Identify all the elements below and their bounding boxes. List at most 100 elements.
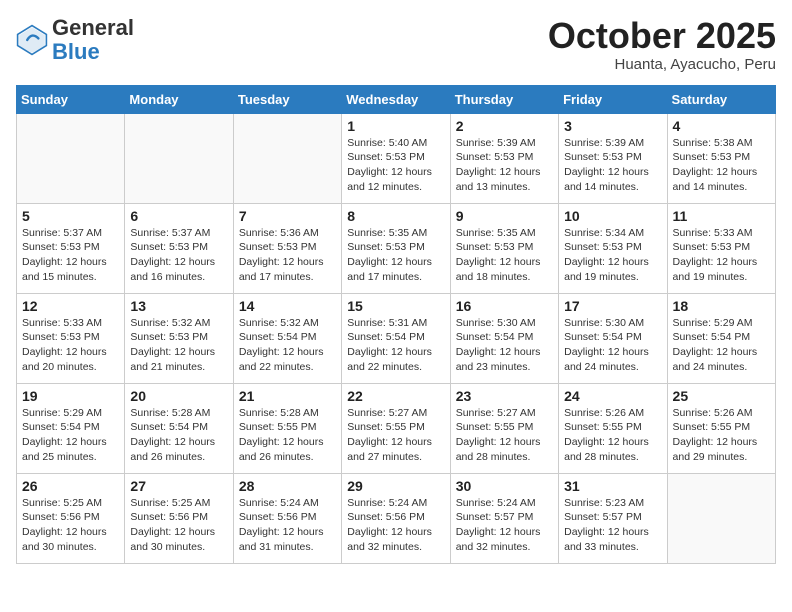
calendar-table: SundayMondayTuesdayWednesdayThursdayFrid… [16,85,776,564]
day-number: 23 [456,388,553,404]
calendar-cell: 15 Sunrise: 5:31 AM Sunset: 5:54 PM Dayli… [342,293,450,383]
day-number: 22 [347,388,444,404]
day-number: 21 [239,388,336,404]
day-detail: Sunrise: 5:25 AM Sunset: 5:56 PM Dayligh… [22,496,119,555]
day-detail: Sunrise: 5:23 AM Sunset: 5:57 PM Dayligh… [564,496,661,555]
day-detail: Sunrise: 5:26 AM Sunset: 5:55 PM Dayligh… [564,406,661,465]
weekday-header: Wednesday [342,85,450,113]
calendar-week-row: 1Sunrise: 5:40 AM Sunset: 5:53 PM Daylig… [17,113,776,203]
calendar-cell: 5 Sunrise: 5:37 AM Sunset: 5:53 PM Daylig… [17,203,125,293]
calendar-cell: 12Sunrise: 5:33 AM Sunset: 5:53 PM Dayli… [17,293,125,383]
calendar-cell: 27Sunrise: 5:25 AM Sunset: 5:56 PM Dayli… [125,473,233,563]
weekday-header: Thursday [450,85,558,113]
calendar-cell: 18Sunrise: 5:29 AM Sunset: 5:54 PM Dayli… [667,293,775,383]
day-number: 17 [564,298,661,314]
calendar-cell: 29Sunrise: 5:24 AM Sunset: 5:56 PM Dayli… [342,473,450,563]
calendar-cell: 23 Sunrise: 5:27 AM Sunset: 5:55 PM Dayli… [450,383,558,473]
logo-icon [16,24,48,56]
day-detail: Sunrise: 5:38 AM Sunset: 5:53 PM Dayligh… [673,136,770,195]
day-number: 14 [239,298,336,314]
page-header: General Blue October 2025 Huanta, Ayacuc… [16,16,776,73]
calendar-cell: 26 Sunrise: 5:25 AM Sunset: 5:56 PM Dayli… [17,473,125,563]
day-number: 28 [239,478,336,494]
day-detail: Sunrise: 5:39 AM Sunset: 5:53 PM Dayligh… [564,136,661,195]
day-detail: Sunrise: 5:35 AM Sunset: 5:53 PM Dayligh… [347,226,444,285]
day-number: 11 [673,208,770,224]
calendar-cell: 3 Sunrise: 5:39 AM Sunset: 5:53 PM Daylig… [559,113,667,203]
day-number: 8 [347,208,444,224]
calendar-cell: 22 Sunrise: 5:27 AM Sunset: 5:55 PM Dayli… [342,383,450,473]
day-detail: Sunrise: 5:27 AM Sunset: 5:55 PM Dayligh… [347,406,444,465]
calendar-cell [17,113,125,203]
day-number: 27 [130,478,227,494]
calendar-cell [667,473,775,563]
calendar-cell: 21 Sunrise: 5:28 AM Sunset: 5:55 PM Dayli… [233,383,341,473]
day-detail: Sunrise: 5:30 AM Sunset: 5:54 PM Dayligh… [564,316,661,375]
day-detail: Sunrise: 5:31 AM Sunset: 5:54 PM Dayligh… [347,316,444,375]
day-number: 3 [564,118,661,134]
day-number: 15 [347,298,444,314]
day-detail: Sunrise: 5:29 AM Sunset: 5:54 PM Dayligh… [673,316,770,375]
day-detail: Sunrise: 5:33 AM Sunset: 5:53 PM Dayligh… [673,226,770,285]
calendar-cell: 4 Sunrise: 5:38 AM Sunset: 5:53 PM Daylig… [667,113,775,203]
day-number: 19 [22,388,119,404]
day-number: 2 [456,118,553,134]
calendar-cell: 10Sunrise: 5:34 AM Sunset: 5:53 PM Dayli… [559,203,667,293]
calendar-week-row: 5 Sunrise: 5:37 AM Sunset: 5:53 PM Daylig… [17,203,776,293]
day-detail: Sunrise: 5:29 AM Sunset: 5:54 PM Dayligh… [22,406,119,465]
day-number: 30 [456,478,553,494]
logo-text: General Blue [52,16,134,64]
calendar-cell: 13 Sunrise: 5:32 AM Sunset: 5:53 PM Dayli… [125,293,233,383]
calendar-cell: 24 Sunrise: 5:26 AM Sunset: 5:55 PM Dayli… [559,383,667,473]
title-block: October 2025 Huanta, Ayacucho, Peru [548,16,776,73]
day-number: 9 [456,208,553,224]
calendar-week-row: 19 Sunrise: 5:29 AM Sunset: 5:54 PM Dayli… [17,383,776,473]
day-detail: Sunrise: 5:26 AM Sunset: 5:55 PM Dayligh… [673,406,770,465]
calendar-cell: 2 Sunrise: 5:39 AM Sunset: 5:53 PM Daylig… [450,113,558,203]
day-number: 31 [564,478,661,494]
calendar-cell: 28 Sunrise: 5:24 AM Sunset: 5:56 PM Dayli… [233,473,341,563]
day-detail: Sunrise: 5:28 AM Sunset: 5:54 PM Dayligh… [130,406,227,465]
day-number: 24 [564,388,661,404]
calendar-week-row: 12Sunrise: 5:33 AM Sunset: 5:53 PM Dayli… [17,293,776,383]
day-number: 20 [130,388,227,404]
day-detail: Sunrise: 5:39 AM Sunset: 5:53 PM Dayligh… [456,136,553,195]
day-detail: Sunrise: 5:28 AM Sunset: 5:55 PM Dayligh… [239,406,336,465]
logo-general: General [52,15,134,40]
weekday-header: Tuesday [233,85,341,113]
day-number: 13 [130,298,227,314]
calendar-cell [125,113,233,203]
day-detail: Sunrise: 5:34 AM Sunset: 5:53 PM Dayligh… [564,226,661,285]
day-detail: Sunrise: 5:37 AM Sunset: 5:53 PM Dayligh… [22,226,119,285]
day-number: 6 [130,208,227,224]
day-number: 5 [22,208,119,224]
day-detail: Sunrise: 5:24 AM Sunset: 5:56 PM Dayligh… [347,496,444,555]
calendar-cell: 8 Sunrise: 5:35 AM Sunset: 5:53 PM Daylig… [342,203,450,293]
calendar-cell: 11 Sunrise: 5:33 AM Sunset: 5:53 PM Dayli… [667,203,775,293]
weekday-header-row: SundayMondayTuesdayWednesdayThursdayFrid… [17,85,776,113]
weekday-header: Monday [125,85,233,113]
logo-blue: Blue [52,39,100,64]
day-detail: Sunrise: 5:32 AM Sunset: 5:53 PM Dayligh… [130,316,227,375]
calendar-cell: 14Sunrise: 5:32 AM Sunset: 5:54 PM Dayli… [233,293,341,383]
day-detail: Sunrise: 5:27 AM Sunset: 5:55 PM Dayligh… [456,406,553,465]
day-detail: Sunrise: 5:33 AM Sunset: 5:53 PM Dayligh… [22,316,119,375]
day-detail: Sunrise: 5:24 AM Sunset: 5:56 PM Dayligh… [239,496,336,555]
weekday-header: Saturday [667,85,775,113]
day-number: 25 [673,388,770,404]
day-detail: Sunrise: 5:37 AM Sunset: 5:53 PM Dayligh… [130,226,227,285]
weekday-header: Friday [559,85,667,113]
calendar-cell: 1Sunrise: 5:40 AM Sunset: 5:53 PM Daylig… [342,113,450,203]
day-number: 4 [673,118,770,134]
calendar-cell: 19 Sunrise: 5:29 AM Sunset: 5:54 PM Dayli… [17,383,125,473]
day-detail: Sunrise: 5:40 AM Sunset: 5:53 PM Dayligh… [347,136,444,195]
calendar-cell: 16Sunrise: 5:30 AM Sunset: 5:54 PM Dayli… [450,293,558,383]
day-detail: Sunrise: 5:36 AM Sunset: 5:53 PM Dayligh… [239,226,336,285]
day-number: 7 [239,208,336,224]
calendar-cell: 17 Sunrise: 5:30 AM Sunset: 5:54 PM Dayli… [559,293,667,383]
weekday-header: Sunday [17,85,125,113]
day-detail: Sunrise: 5:35 AM Sunset: 5:53 PM Dayligh… [456,226,553,285]
calendar-cell: 25 Sunrise: 5:26 AM Sunset: 5:55 PM Dayli… [667,383,775,473]
day-number: 26 [22,478,119,494]
month-title: October 2025 [548,16,776,56]
